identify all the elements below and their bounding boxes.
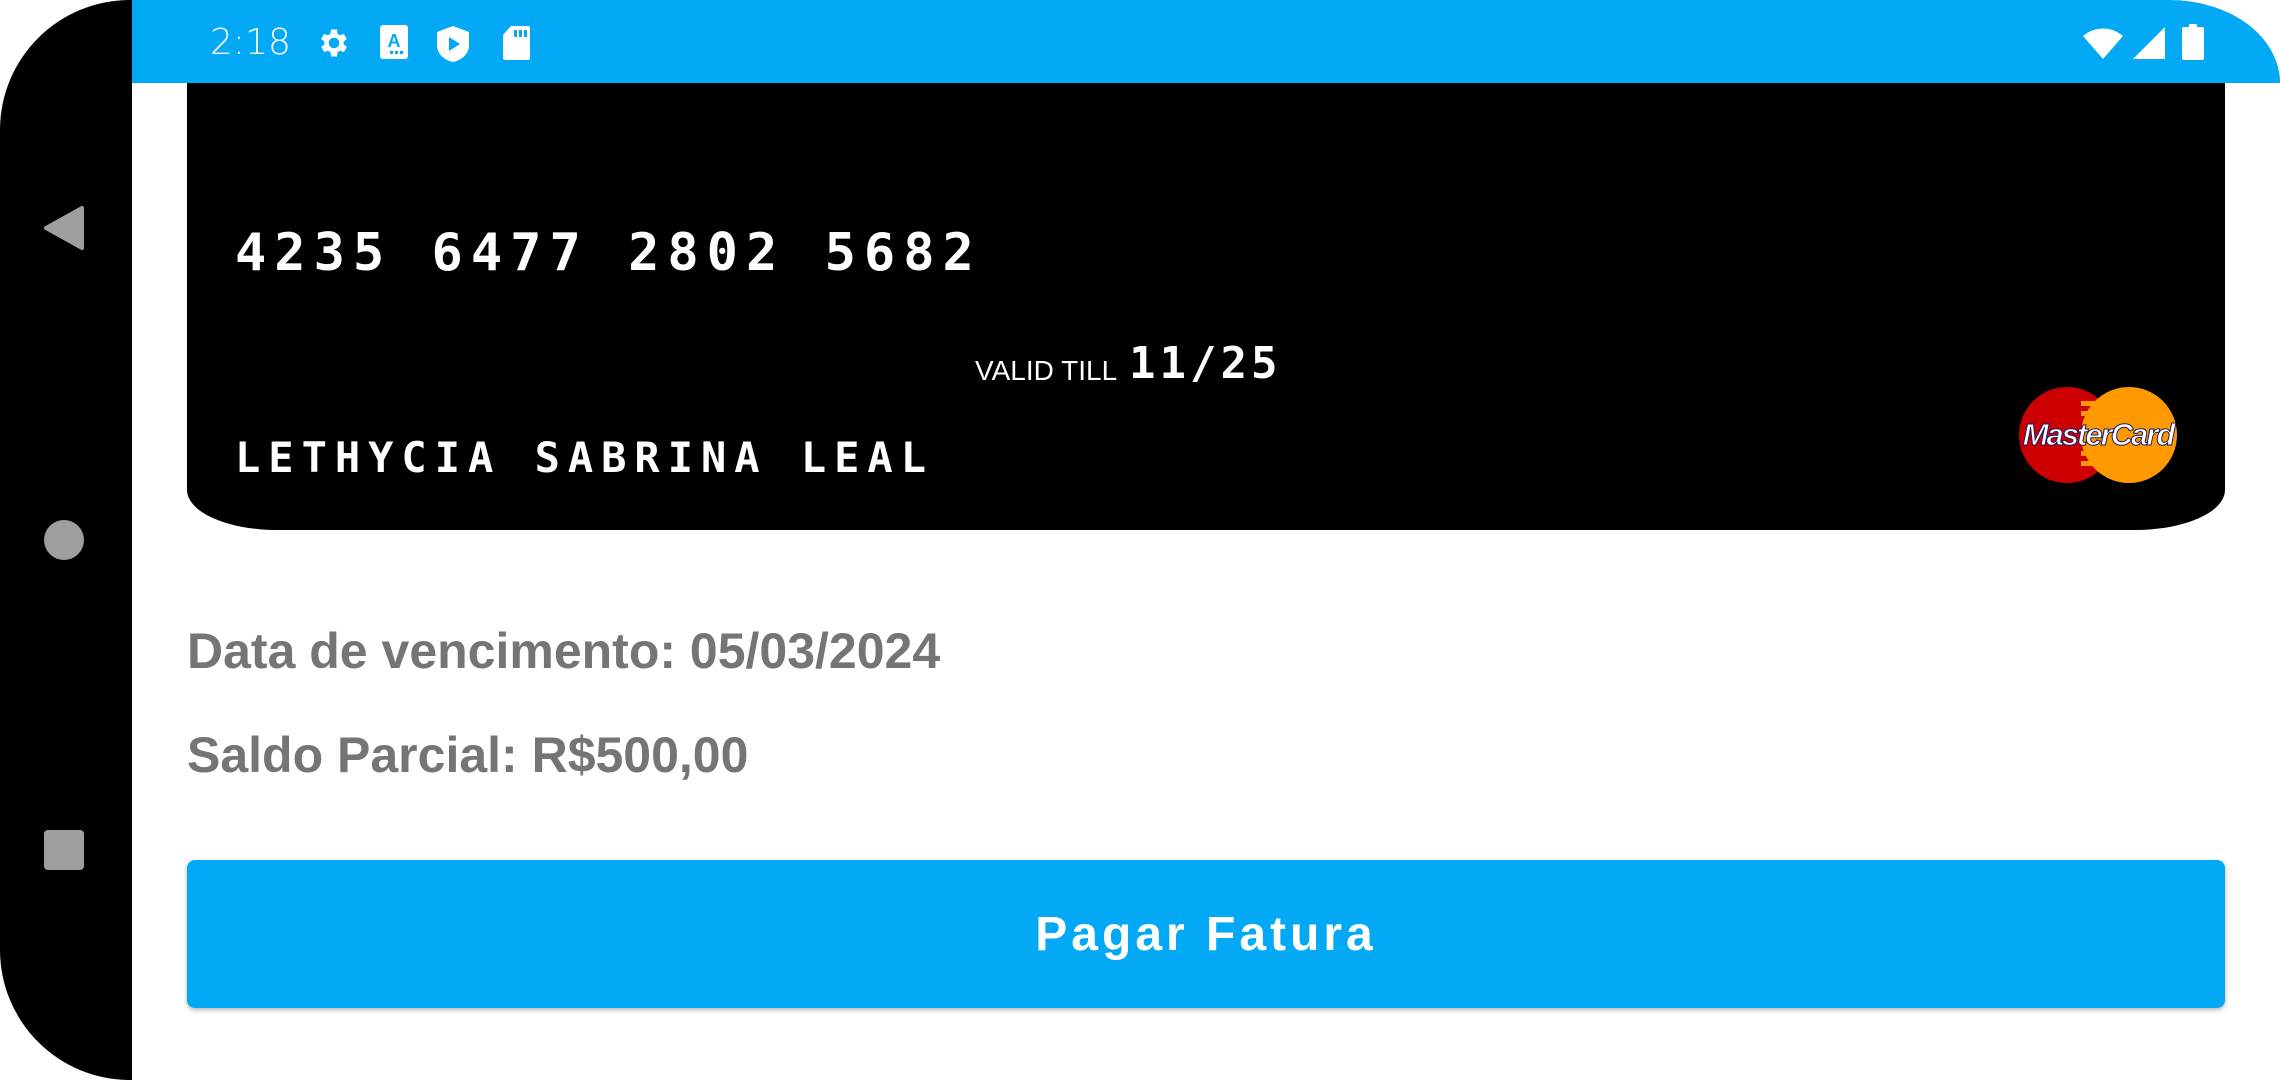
home-icon [44, 520, 84, 560]
signal-icon [2133, 27, 2165, 59]
back-icon [44, 206, 84, 250]
card-number: 4235 6477 2802 5682 [235, 223, 982, 283]
pay-invoice-button[interactable]: Pagar Fatura [187, 860, 2225, 1008]
navigation-bar [0, 0, 132, 1080]
mastercard-logo: MasterCard [2019, 387, 2179, 483]
gear-icon [321, 29, 347, 57]
font-a-icon: A [380, 25, 408, 59]
card-holder-name: LETHYCIA SABRINA LEAL [235, 433, 935, 482]
clock: 2:18 [210, 22, 291, 63]
partial-balance: Saldo Parcial: R$500,00 [187, 727, 749, 783]
home-button[interactable] [36, 512, 92, 568]
recents-button[interactable] [36, 822, 92, 878]
svg-text:MasterCard: MasterCard [2023, 417, 2177, 452]
shield-play-icon [437, 26, 469, 62]
wifi-icon [2083, 28, 2123, 59]
credit-card: 4235 6477 2802 5682 VALID TILL 11/25 LET… [187, 83, 2225, 530]
back-button[interactable] [36, 200, 92, 256]
valid-till-value: 11/25 [1129, 338, 1282, 389]
recents-icon [44, 830, 84, 870]
svg-text:A: A [388, 31, 401, 51]
sd-card-icon [503, 26, 530, 60]
valid-till-label: VALID TILL [975, 355, 1118, 386]
due-date: Data de vencimento: 05/03/2024 [187, 623, 941, 679]
status-bar: 2:18 A [132, 0, 2280, 83]
battery-icon [2182, 24, 2204, 60]
